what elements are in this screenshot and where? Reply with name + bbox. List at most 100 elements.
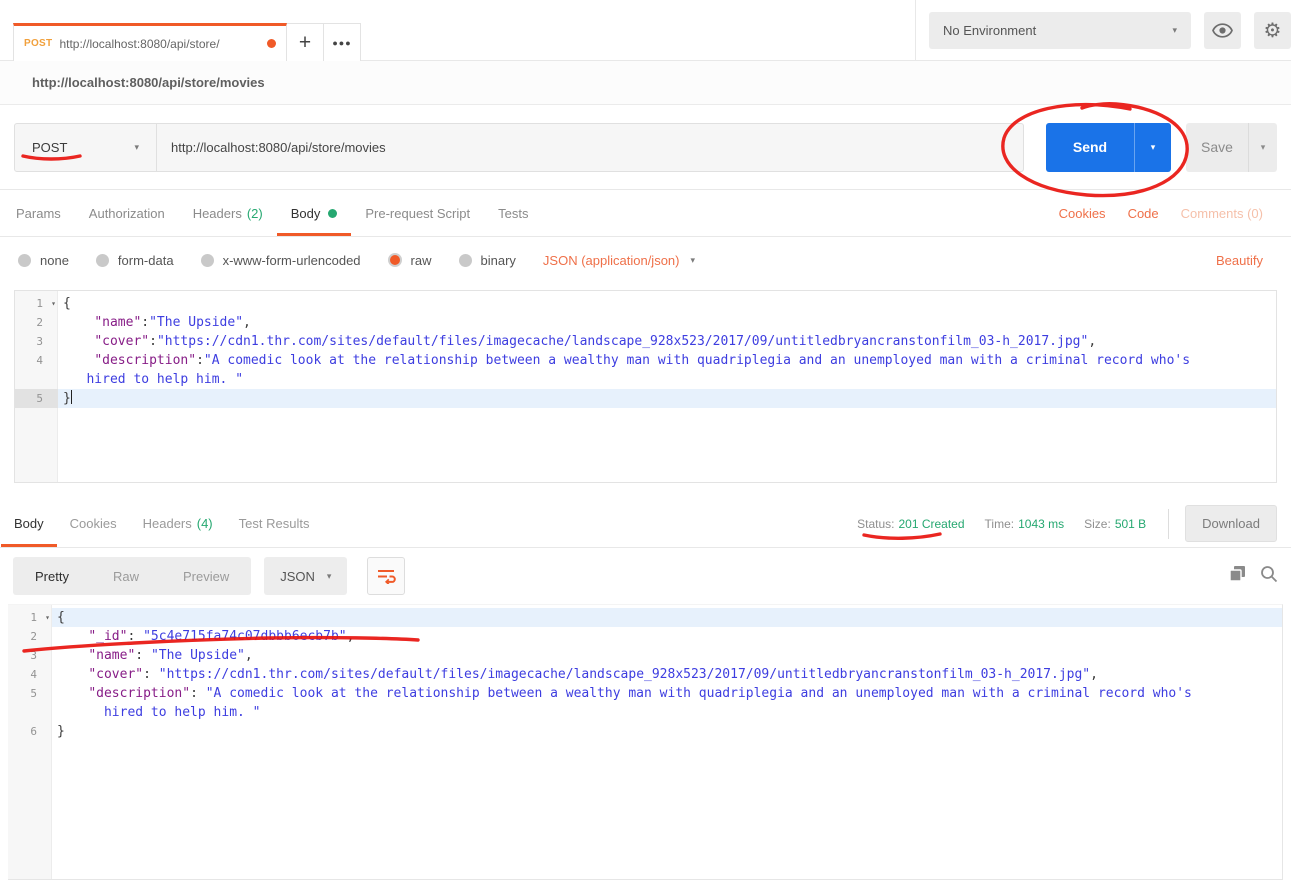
- save-button[interactable]: Save: [1186, 123, 1248, 172]
- view-mode-pretty[interactable]: Pretty: [13, 557, 91, 595]
- line-number: 3: [15, 332, 58, 351]
- tab-tests[interactable]: Tests: [484, 190, 542, 236]
- token-str: "https://cdn1.thr.com/sites/default/file…: [157, 334, 1088, 349]
- radio-x-www-form-urlencoded[interactable]: x-www-form-urlencoded: [201, 253, 361, 268]
- body-type-options: none form-data x-www-form-urlencoded raw bin…: [18, 253, 516, 268]
- response-tab-body[interactable]: Body: [1, 500, 57, 547]
- token-key: "name": [88, 648, 135, 663]
- download-button[interactable]: Download: [1185, 505, 1277, 542]
- chevron-down-icon: ▾: [690, 255, 695, 266]
- tab-params[interactable]: Params: [2, 190, 75, 236]
- radio-label: x-www-form-urlencoded: [223, 253, 361, 268]
- code-line[interactable]: 5}: [15, 389, 1276, 408]
- token-str: hired to help him. ": [86, 372, 243, 387]
- language-selector[interactable]: JSON (application/json) ▾: [543, 253, 695, 268]
- token-ws: [57, 648, 88, 663]
- tab-label: Headers: [193, 206, 242, 221]
- line-number: 5: [8, 684, 52, 703]
- request-body-editor[interactable]: 1▾{2 "name":"The Upside",3 "cover":"http…: [14, 290, 1277, 483]
- tab-label: Headers: [143, 516, 192, 531]
- url-input[interactable]: http://localhost:8080/api/store/movies: [157, 123, 1024, 172]
- token-ws: [63, 334, 94, 349]
- tab-pre-request-script[interactable]: Pre-request Script: [351, 190, 484, 236]
- radio-binary[interactable]: binary: [459, 253, 516, 268]
- beautify-link[interactable]: Beautify: [1216, 253, 1263, 268]
- code-line[interactable]: 2 "name":"The Upside",: [15, 313, 1276, 332]
- search-response-button[interactable]: [1260, 565, 1278, 588]
- send-button[interactable]: Send: [1046, 123, 1134, 172]
- response-tab-headers[interactable]: Headers(4): [130, 500, 226, 547]
- token-punc: :: [141, 315, 149, 330]
- link-comments-0[interactable]: Comments (0): [1181, 206, 1263, 221]
- tab-headers[interactable]: Headers(2): [179, 190, 277, 236]
- code-text: "cover": "https://cdn1.thr.com/sites/def…: [52, 665, 1282, 684]
- method-selector[interactable]: POST ▾: [14, 123, 157, 172]
- code-line[interactable]: 1▾{: [15, 294, 1276, 313]
- code-text: hired to help him. ": [58, 370, 1276, 389]
- tab-label: Authorization: [89, 206, 165, 221]
- format-selected-label: JSON: [280, 569, 315, 584]
- request-tab[interactable]: POST http://localhost:8080/api/store/: [13, 23, 287, 61]
- line-number-text: 4: [8, 665, 52, 684]
- view-mode-raw[interactable]: Raw: [91, 557, 161, 595]
- tab-label: Tests: [498, 206, 528, 221]
- code-line[interactable]: hired to help him. ": [15, 370, 1276, 389]
- response-tab-cookies[interactable]: Cookies: [57, 500, 130, 547]
- save-options-button[interactable]: ▾: [1248, 123, 1277, 172]
- token-key: "description": [88, 686, 190, 701]
- token-str: "5c4e715fa74c07dbbb6ecb7b": [143, 629, 347, 644]
- token-ws: [57, 667, 88, 682]
- link-code[interactable]: Code: [1128, 206, 1159, 221]
- response-header: BodyCookiesHeaders(4)Test Results Status…: [0, 500, 1291, 548]
- response-body-viewer[interactable]: 1▾{2 "_id": "5c4e715fa74c07dbbb6ecb7b",3…: [8, 604, 1283, 880]
- radio-raw[interactable]: raw: [388, 253, 432, 268]
- response-toolbar: PrettyRawPreview JSON ▾: [0, 548, 1291, 604]
- tab-authorization[interactable]: Authorization: [75, 190, 179, 236]
- radio-none[interactable]: none: [18, 253, 69, 268]
- copy-icon: [1229, 565, 1246, 582]
- line-number: [8, 703, 52, 722]
- token-punc: }: [63, 391, 71, 406]
- line-number: 1▾: [8, 608, 52, 627]
- response-format-selector[interactable]: JSON ▾: [264, 557, 347, 595]
- postman-window: POST http://localhost:8080/api/store/ + …: [0, 0, 1291, 884]
- code-line[interactable]: 4 "description":"A comedic look at the r…: [15, 351, 1276, 370]
- code-text: {: [58, 294, 1276, 313]
- more-tabs-button[interactable]: ●●●: [323, 23, 361, 61]
- radio-icon: [18, 254, 31, 267]
- radio-form-data[interactable]: form-data: [96, 253, 174, 268]
- chevron-down-icon: ▾: [327, 571, 332, 582]
- settings-button[interactable]: ⚙: [1254, 12, 1291, 49]
- wrap-text-button[interactable]: [367, 557, 405, 595]
- view-mode-preview[interactable]: Preview: [161, 557, 251, 595]
- code-text: }: [58, 389, 1276, 408]
- code-text: "description": "A comedic look at the re…: [52, 684, 1282, 703]
- code-line: 6}: [8, 722, 1282, 741]
- fold-caret-icon[interactable]: ▾: [45, 608, 50, 627]
- response-tab-test-results[interactable]: Test Results: [226, 500, 323, 547]
- copy-response-button[interactable]: [1229, 565, 1246, 587]
- send-options-button[interactable]: ▾: [1134, 123, 1171, 172]
- code-text: "name":"The Upside",: [58, 313, 1276, 332]
- token-punc: :: [127, 629, 143, 644]
- link-cookies[interactable]: Cookies: [1059, 206, 1106, 221]
- code-line[interactable]: 3 "cover":"https://cdn1.thr.com/sites/de…: [15, 332, 1276, 351]
- fold-caret-icon[interactable]: ▾: [51, 294, 56, 313]
- token-str: "https://cdn1.thr.com/sites/default/file…: [159, 667, 1090, 682]
- tab-body[interactable]: Body: [277, 190, 352, 236]
- environment-quick-look-button[interactable]: [1204, 12, 1241, 49]
- code-text: "name": "The Upside",: [52, 646, 1282, 665]
- line-number: 5: [15, 389, 58, 408]
- token-punc: :: [196, 353, 204, 368]
- beautify-label: Beautify: [1216, 253, 1263, 268]
- line-number-text: 3: [15, 332, 58, 351]
- request-tabs-row: Params Authorization Headers(2)BodyPre-req…: [0, 190, 1291, 237]
- environment-label: No Environment: [943, 23, 1036, 38]
- radio-icon: [459, 254, 472, 267]
- token-str: "A comedic look at the relationship betw…: [206, 686, 1192, 701]
- new-tab-button[interactable]: +: [286, 23, 324, 61]
- environment-selector[interactable]: No Environment ▾: [929, 12, 1191, 49]
- token-str: "The Upside": [151, 648, 245, 663]
- code-text: "cover":"https://cdn1.thr.com/sites/defa…: [58, 332, 1276, 351]
- request-links: Cookies Code Comments (0): [1059, 190, 1263, 236]
